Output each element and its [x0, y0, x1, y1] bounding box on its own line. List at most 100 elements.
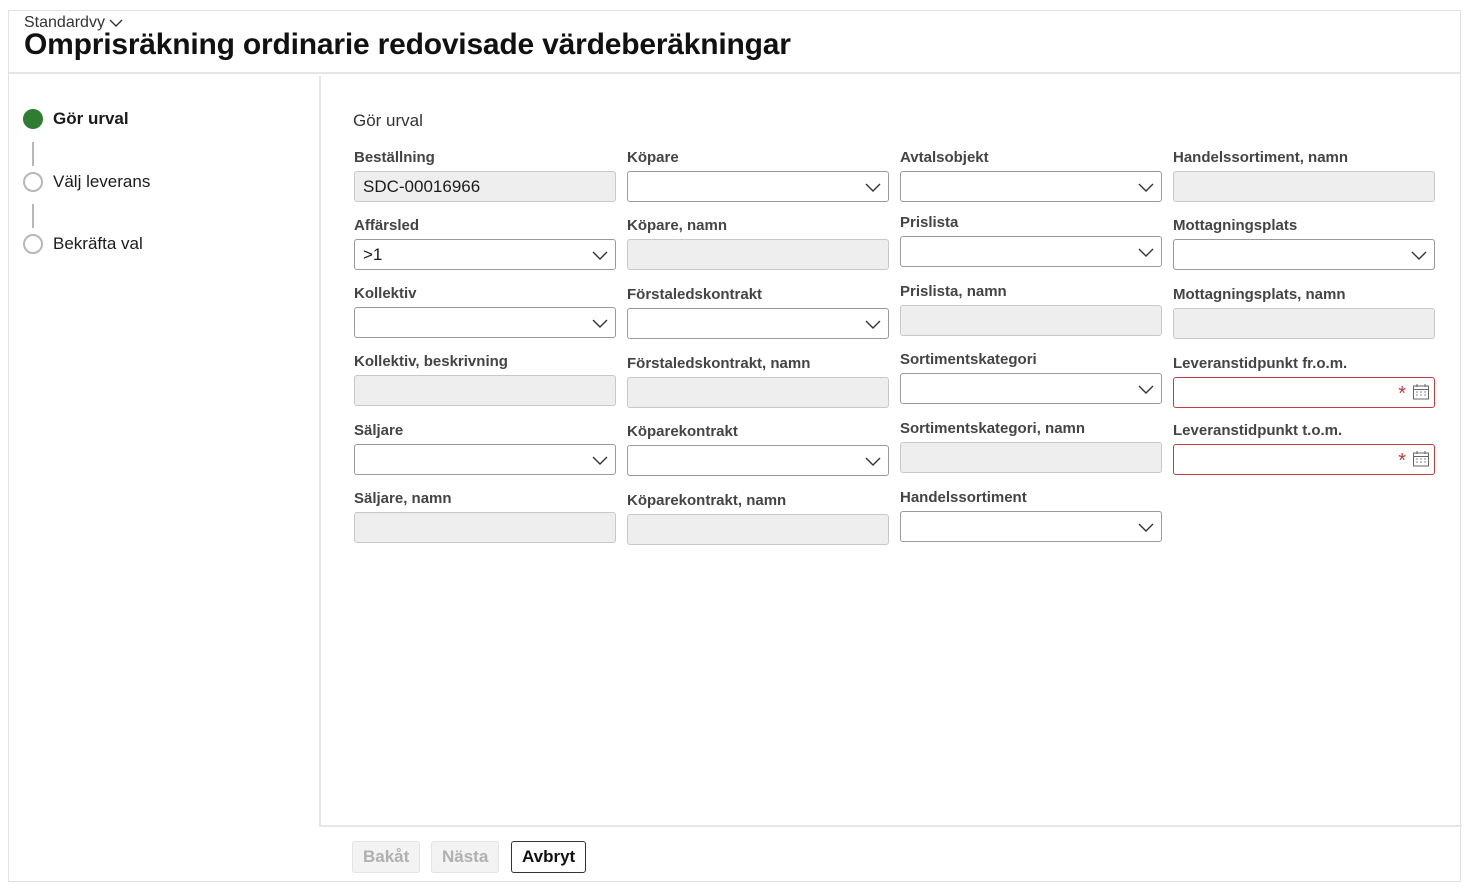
forstaledskontrakt-select[interactable] — [627, 308, 889, 339]
calendar-icon[interactable] — [1412, 450, 1430, 468]
saljare-select[interactable] — [354, 444, 616, 475]
field-leveranstidpunkt-tom: Leveranstidpunkt t.o.m. * — [1173, 421, 1435, 475]
field-label: Köpare, namn — [627, 217, 728, 234]
prislista-select[interactable] — [900, 236, 1162, 267]
field-kollektiv: Kollektiv — [354, 284, 616, 338]
avtalsobjekt-select[interactable] — [900, 171, 1162, 202]
field-label: Leveranstidpunkt fr.o.m. — [1173, 355, 1348, 372]
field-label: Handelssortiment, namn — [1173, 149, 1349, 166]
field-label: Säljare — [354, 422, 404, 439]
field-leveranstidpunkt-from: Leveranstidpunkt fr.o.m. * — [1173, 354, 1435, 408]
leveranstidpunkt-from-input[interactable]: * — [1173, 377, 1435, 408]
field-label: Mottagningsplats, namn — [1173, 286, 1346, 303]
field-saljare-namn: Säljare, namn — [354, 489, 616, 543]
field-handelssortiment: Handelssortiment — [900, 488, 1162, 542]
cancel-button[interactable]: Avbryt — [511, 841, 587, 873]
section-title: Gör urval — [353, 111, 423, 130]
field-sortimentskategori-namn: Sortimentskategori, namn — [900, 419, 1162, 473]
step-label: Bekräfta val — [53, 234, 143, 253]
field-label: Köparekontrakt, namn — [627, 492, 787, 509]
handelssortiment-select[interactable] — [900, 511, 1162, 542]
page-title: Omprisräkning ordinarie redovisade värde… — [24, 28, 791, 61]
sortimentskategori-select[interactable] — [900, 373, 1162, 404]
field-label: Köpare — [627, 149, 679, 166]
chevron-down-icon — [1411, 251, 1427, 260]
field-label: Mottagningsplats — [1173, 217, 1298, 234]
kollektiv-select[interactable] — [354, 307, 616, 338]
field-forstaledskontrakt: Förstaledskontrakt — [627, 285, 889, 339]
field-label: Köparekontrakt — [627, 423, 738, 440]
chevron-down-icon — [865, 183, 881, 192]
bestallning-input[interactable]: SDC-00016966 — [354, 171, 616, 202]
chevron-down-icon — [1138, 248, 1154, 257]
field-label: Förstaledskontrakt, namn — [627, 355, 811, 372]
field-affarsled: Affärsled >1 — [354, 216, 616, 270]
step-status-icon — [23, 172, 43, 192]
field-label: Prislista, namn — [900, 283, 1007, 300]
page-header: Standardvy Omprisräkning ordinarie redov… — [9, 11, 1460, 74]
step-gor-urval[interactable]: Gör urval — [23, 109, 129, 129]
chevron-down-icon — [1138, 385, 1154, 394]
step-status-icon — [23, 234, 43, 254]
mottagningsplats-namn-input[interactable] — [1173, 308, 1435, 339]
field-mottagningsplats: Mottagningsplats — [1173, 216, 1435, 270]
field-label: Säljare, namn — [354, 490, 452, 507]
step-label: Gör urval — [53, 109, 129, 128]
field-label: Kollektiv, beskrivning — [354, 353, 508, 370]
step-connector — [32, 204, 34, 228]
leveranstidpunkt-tom-input[interactable]: * — [1173, 444, 1435, 475]
field-kopare: Köpare — [627, 148, 889, 202]
sortimentskategori-namn-input[interactable] — [900, 442, 1162, 473]
field-label: Sortimentskategori — [900, 351, 1037, 368]
affarsled-value: >1 — [363, 245, 383, 264]
chevron-down-icon — [1138, 523, 1154, 532]
mottagningsplats-select[interactable] — [1173, 239, 1435, 270]
koparekontrakt-namn-input[interactable] — [627, 514, 889, 545]
field-label: Affärsled — [354, 217, 420, 234]
prislista-namn-input[interactable] — [900, 305, 1162, 336]
saljare-namn-input[interactable] — [354, 512, 616, 543]
field-prislista-namn: Prislista, namn — [900, 282, 1162, 336]
required-indicator: * — [1398, 450, 1406, 472]
field-saljare: Säljare — [354, 421, 616, 475]
field-label: Beställning — [354, 149, 435, 166]
field-mottagningsplats-namn: Mottagningsplats, namn — [1173, 285, 1435, 339]
field-kollektiv-beskrivning: Kollektiv, beskrivning — [354, 352, 616, 406]
field-koparekontrakt-namn: Köparekontrakt, namn — [627, 491, 889, 545]
koparekontrakt-select[interactable] — [627, 445, 889, 476]
kopare-select[interactable] — [627, 171, 889, 202]
calendar-icon[interactable] — [1412, 383, 1430, 401]
required-indicator: * — [1398, 383, 1406, 405]
back-button[interactable]: Bakåt — [352, 841, 421, 873]
step-connector — [32, 142, 34, 166]
field-avtalsobjekt: Avtalsobjekt — [900, 148, 1162, 202]
step-bekrafta-val[interactable]: Bekräfta val — [23, 234, 143, 254]
app-window: Standardvy Omprisräkning ordinarie redov… — [8, 10, 1462, 882]
chevron-down-icon — [592, 251, 608, 260]
chevron-down-icon — [592, 319, 608, 328]
step-status-icon — [23, 109, 43, 129]
kopare-namn-input[interactable] — [627, 239, 889, 270]
field-label: Handelssortiment — [900, 489, 1027, 506]
field-kopare-namn: Köpare, namn — [627, 216, 889, 270]
step-label: Välj leverans — [53, 172, 151, 191]
next-button[interactable]: Nästa — [431, 841, 500, 873]
field-label: Sortimentskategori, namn — [900, 420, 1086, 437]
field-label: Leveranstidpunkt t.o.m. — [1173, 422, 1343, 439]
field-label: Kollektiv — [354, 285, 417, 302]
field-label: Förstaledskontrakt — [627, 286, 763, 303]
field-label: Prislista — [900, 214, 959, 231]
field-label: Avtalsobjekt — [900, 149, 989, 166]
forstaledskontrakt-namn-input[interactable] — [627, 377, 889, 408]
chevron-down-icon — [865, 457, 881, 466]
field-handelssortiment-namn: Handelssortiment, namn — [1173, 148, 1435, 202]
field-bestallning: Beställning SDC-00016966 — [354, 148, 616, 202]
chevron-down-icon — [865, 320, 881, 329]
handelssortiment-namn-input[interactable] — [1173, 171, 1435, 202]
wizard-footer: Bakåt Nästa Avbryt — [319, 829, 1460, 881]
field-forstaledskontrakt-namn: Förstaledskontrakt, namn — [627, 354, 889, 408]
step-valj-leverans[interactable]: Välj leverans — [23, 172, 150, 192]
chevron-down-icon — [592, 456, 608, 465]
affarsled-select[interactable]: >1 — [354, 239, 616, 270]
kollektiv-beskrivning-input[interactable] — [354, 375, 616, 406]
